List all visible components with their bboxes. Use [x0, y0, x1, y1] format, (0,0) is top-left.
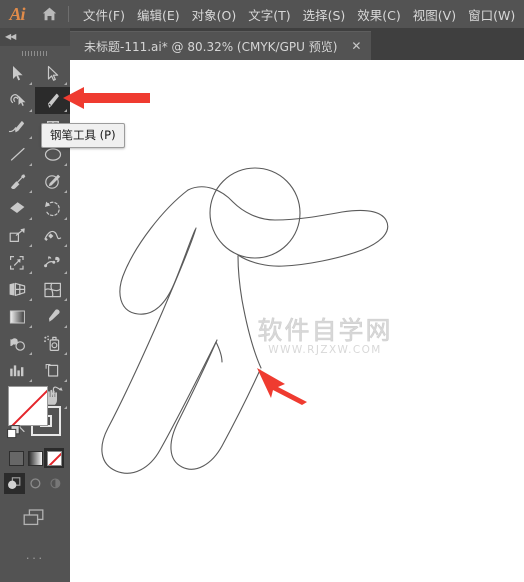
selection-tool[interactable]: [0, 60, 35, 87]
gradient-swatch-icon: [27, 450, 43, 466]
tool-flyout-corner: [29, 244, 32, 247]
menu-item-view[interactable]: 视图(V): [407, 0, 462, 28]
menu-item-edit[interactable]: 编辑(E): [131, 0, 186, 28]
scale-tool[interactable]: [0, 222, 35, 249]
none-swatch-icon: [46, 450, 62, 466]
column-graph-tool[interactable]: [0, 357, 35, 384]
perspective-grid-tool[interactable]: [0, 276, 35, 303]
eraser-tool[interactable]: [0, 195, 35, 222]
free-transform-tool[interactable]: [0, 249, 35, 276]
tool-flyout-corner: [64, 217, 67, 220]
magic-wand-tool[interactable]: [0, 87, 35, 114]
tool-flyout-corner: [64, 352, 67, 355]
tool-flyout-corner: [64, 298, 67, 301]
left-arm-inner-and-leg: [101, 227, 217, 474]
menu-item-window[interactable]: 窗口(W): [462, 0, 521, 28]
menu-bar: Ai 文件(F) 编辑(E) 对象(O) 文字(T) 选择(S) 效果(C) 视…: [0, 0, 524, 28]
color-mode-button[interactable]: [6, 448, 26, 468]
draw-behind-button[interactable]: [25, 473, 46, 494]
default-fill-stroke-icon[interactable]: [6, 424, 22, 445]
right-leg: [237, 255, 262, 369]
draw-normal-button[interactable]: [4, 473, 25, 494]
tool-flyout-corner: [64, 190, 67, 193]
tool-flyout-corner: [64, 379, 67, 382]
head-circle: [209, 167, 301, 259]
tool-flyout-corner: [29, 217, 32, 220]
tool-flyout-corner: [29, 271, 32, 274]
tool-flyout-corner: [64, 325, 67, 328]
close-icon[interactable]: ✕: [351, 40, 361, 52]
paintbrush-tool[interactable]: [0, 168, 35, 195]
home-icon[interactable]: [34, 0, 64, 28]
arrow-to-body-path: [257, 368, 307, 405]
fill-swatch[interactable]: [8, 386, 48, 426]
app-logo: Ai: [9, 3, 25, 24]
mesh-tool[interactable]: [35, 276, 70, 303]
pen-tool-tooltip: 钢笔工具 (P): [41, 123, 125, 148]
menu-item-type[interactable]: 文字(T): [242, 0, 296, 28]
double-chevron-left-icon: ◀◀: [5, 32, 16, 41]
fill-mode-row: [6, 448, 64, 470]
swap-fill-stroke-icon[interactable]: [50, 384, 67, 405]
shape-builder-tool[interactable]: [35, 249, 70, 276]
change-screen-mode-button[interactable]: [0, 503, 70, 533]
tool-flyout-corner: [29, 163, 32, 166]
menu-item-object[interactable]: 对象(O): [186, 0, 243, 28]
blend-tool[interactable]: [0, 330, 35, 357]
tool-flyout-corner: [64, 244, 67, 247]
crotch-curve: [215, 341, 223, 363]
none-slash-icon: [9, 387, 47, 425]
torso-and-right-arm: [187, 186, 389, 267]
arrow-to-pen-tool: [63, 87, 150, 109]
edit-toolbar-button[interactable]: ···: [0, 547, 70, 567]
none-mode-button[interactable]: [44, 448, 64, 468]
tools-grid: [0, 60, 70, 438]
draw-inside-button[interactable]: [45, 473, 66, 494]
draw-mode-row: [4, 473, 66, 495]
menu-item-effect[interactable]: 效果(C): [351, 0, 406, 28]
toolbar-drag-handle[interactable]: [0, 46, 70, 60]
tool-flyout-corner: [29, 82, 32, 85]
tool-flyout-corner: [29, 325, 32, 328]
document-tab[interactable]: 未标题-111.ai* @ 80.32% (CMYK/GPU 预览) ✕: [70, 31, 372, 60]
left-arm: [119, 189, 196, 315]
panel-collapse-button[interactable]: ◀◀: [0, 28, 70, 46]
tool-flyout-corner: [29, 109, 32, 112]
document-tab-bar: ◀◀ 未标题-111.ai* @ 80.32% (CMYK/GPU 预览) ✕: [0, 28, 524, 60]
artwork-vector: [101, 167, 389, 474]
rotate-tool[interactable]: [35, 195, 70, 222]
menu-item-file[interactable]: 文件(F): [77, 0, 131, 28]
menu-item-select[interactable]: 选择(S): [297, 0, 352, 28]
curvature-tool[interactable]: [0, 114, 35, 141]
tool-flyout-corner: [29, 352, 32, 355]
gradient-tool[interactable]: [0, 303, 35, 330]
symbol-sprayer-tool[interactable]: [35, 330, 70, 357]
tool-flyout-corner: [29, 379, 32, 382]
tool-flyout-corner: [29, 298, 32, 301]
line-segment-tool[interactable]: [0, 141, 35, 168]
width-tool[interactable]: [35, 222, 70, 249]
tool-flyout-corner: [64, 163, 67, 166]
document-tab-title: 未标题-111.ai* @ 80.32% (CMYK/GPU 预览): [84, 39, 338, 54]
eyedropper-tool[interactable]: [35, 303, 70, 330]
artboard-tool[interactable]: [35, 357, 70, 384]
shaper-tool[interactable]: [35, 168, 70, 195]
color-swatch-icon: [8, 450, 24, 466]
illustrator-window: Ai 文件(F) 编辑(E) 对象(O) 文字(T) 选择(S) 效果(C) 视…: [0, 0, 524, 582]
fill-stroke-controls: [0, 384, 70, 446]
direct-selection-tool[interactable]: [35, 60, 70, 87]
grip-dots-icon: [22, 50, 48, 56]
menu-divider: [68, 6, 69, 22]
tool-flyout-corner: [64, 271, 67, 274]
tool-flyout-corner: [29, 136, 32, 139]
tool-flyout-corner: [29, 190, 32, 193]
artboard-canvas[interactable]: 软件自学网 WWW.RJZXW.COM: [70, 60, 524, 582]
gradient-mode-button[interactable]: [25, 448, 45, 468]
